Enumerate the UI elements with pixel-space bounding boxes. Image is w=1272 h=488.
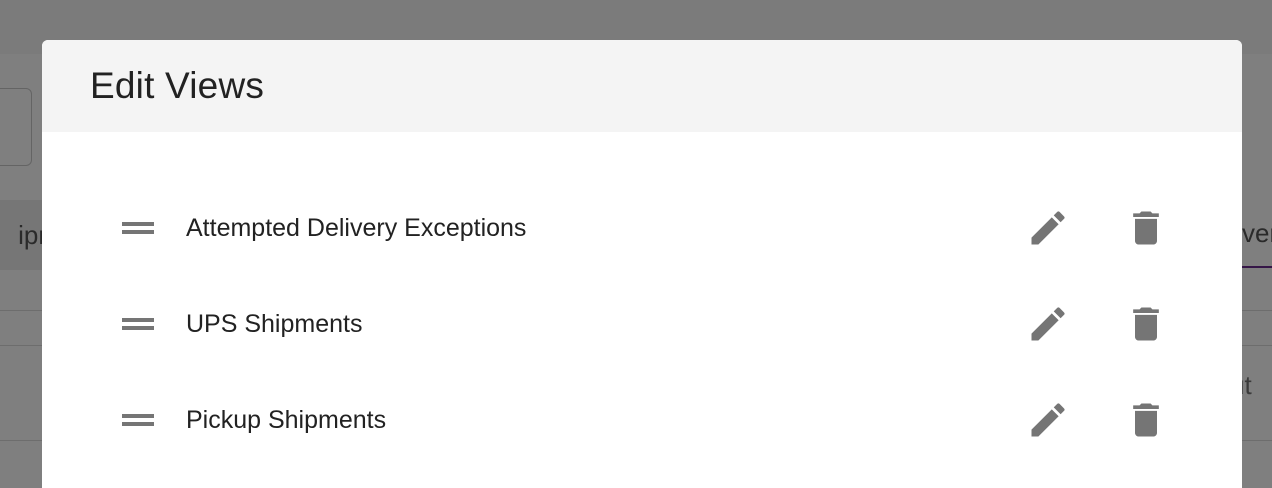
delete-view-button[interactable] [1124, 206, 1168, 250]
edit-view-button[interactable] [1026, 398, 1070, 442]
delete-view-button[interactable] [1124, 302, 1168, 346]
page: ipm ver ut Edit Views Attempted Delivery… [0, 0, 1272, 488]
drag-handle-icon[interactable] [122, 316, 154, 332]
pencil-icon [1031, 211, 1065, 245]
view-row: Attempted Delivery Exceptions [42, 180, 1242, 276]
view-list: Attempted Delivery Exceptions UPS Shipme… [42, 180, 1242, 468]
trash-icon [1133, 211, 1159, 245]
trash-icon [1133, 307, 1159, 341]
edit-views-modal: Edit Views Attempted Delivery Exceptions… [42, 40, 1242, 488]
edit-view-button[interactable] [1026, 206, 1070, 250]
drag-handle-icon[interactable] [122, 220, 154, 236]
modal-header: Edit Views [42, 40, 1242, 132]
delete-view-button[interactable] [1124, 398, 1168, 442]
drag-handle-icon[interactable] [122, 412, 154, 428]
view-label: UPS Shipments [186, 310, 363, 338]
view-label: Attempted Delivery Exceptions [186, 214, 527, 242]
modal-title: Edit Views [90, 65, 265, 106]
trash-icon [1133, 403, 1159, 437]
pencil-icon [1031, 403, 1065, 437]
view-row: UPS Shipments [42, 276, 1242, 372]
edit-view-button[interactable] [1026, 302, 1070, 346]
view-row: Pickup Shipments [42, 372, 1242, 468]
pencil-icon [1031, 307, 1065, 341]
view-label: Pickup Shipments [186, 406, 387, 434]
